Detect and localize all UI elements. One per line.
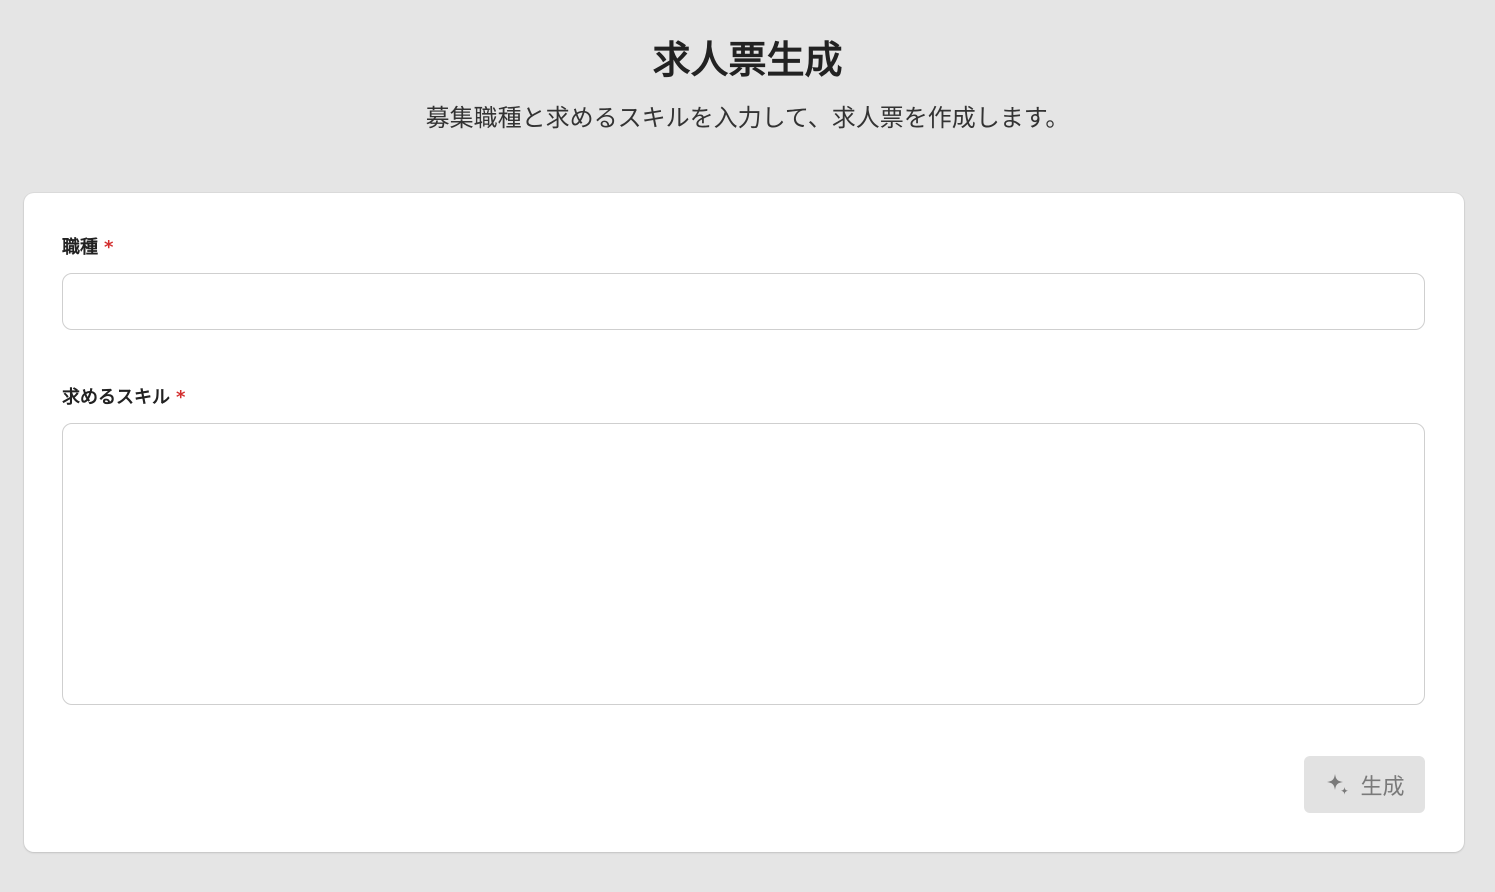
skills-textarea[interactable]: [62, 423, 1425, 705]
sparkle-icon: [1324, 771, 1352, 799]
job-field-label-text: 職種: [62, 237, 98, 258]
skills-field-label: 求めるスキル *: [62, 386, 185, 410]
page-title: 求人票生成: [652, 38, 843, 82]
generate-button-label: 生成: [1360, 774, 1405, 800]
job-field-label: 職種 *: [62, 236, 113, 260]
required-mark: *: [176, 387, 186, 408]
generate-button[interactable]: 生成: [1304, 756, 1425, 813]
page-subtitle: 募集職種と求めるスキルを入力して、求人票を作成します。: [425, 104, 1070, 132]
required-mark: *: [104, 237, 114, 258]
job-title-input[interactable]: [62, 273, 1425, 330]
skills-field-label-text: 求めるスキル: [62, 387, 170, 408]
form-card: 職種 * 求めるスキル * 生成: [24, 193, 1464, 852]
